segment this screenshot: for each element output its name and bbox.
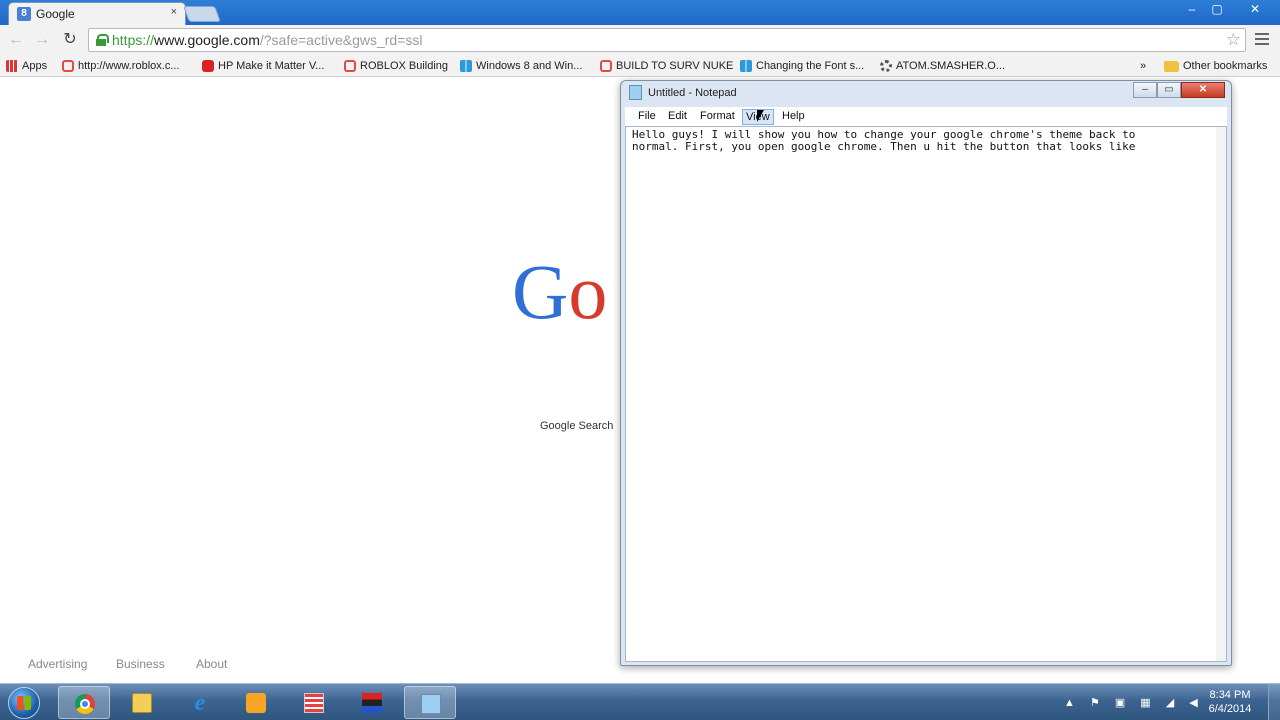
vertical-scrollbar[interactable] bbox=[1216, 127, 1226, 661]
internet-explorer-icon: e bbox=[194, 690, 206, 716]
chrome-menu-icon[interactable] bbox=[1255, 33, 1269, 45]
bookmarks-overflow-button[interactable]: » bbox=[1140, 58, 1146, 74]
bookmark-roblox-building[interactable]: ROBLOX Building bbox=[344, 58, 448, 74]
notepad-minimize-button[interactable]: – bbox=[1133, 82, 1157, 98]
bookmark-build-to-surv[interactable]: BUILD TO SURV NUKE bbox=[600, 58, 733, 74]
menu-edit[interactable]: Edit bbox=[665, 109, 690, 123]
text-line: normal. First, you open google chrome. T… bbox=[632, 140, 1136, 153]
bookmark-roblox-link[interactable]: http://www.roblox.c... bbox=[62, 58, 179, 74]
clock-date: 6/4/2014 bbox=[1208, 703, 1252, 715]
back-icon[interactable]: ← bbox=[6, 31, 26, 49]
system-tray[interactable]: ▲ ⚑ ▣ ▦ ◢ ◀ bbox=[1064, 696, 1204, 709]
tab-google[interactable]: 8 Google × bbox=[8, 2, 186, 25]
google-search-button[interactable]: Google Search bbox=[540, 420, 613, 432]
bookmark-hp-video[interactable]: HP Make it Matter V... bbox=[202, 58, 324, 74]
flag-app-icon bbox=[362, 693, 382, 713]
bookmark-atom-smasher[interactable]: ATOM.SMASHER.O... bbox=[880, 58, 1005, 74]
apps-icon bbox=[6, 60, 18, 72]
notepad-menubar: File Edit Format View Help bbox=[625, 107, 1227, 126]
bookmark-windows8[interactable]: Windows 8 and Win... bbox=[460, 58, 582, 74]
show-desktop-button[interactable] bbox=[1268, 684, 1280, 720]
minimize-window-button[interactable]: – bbox=[1180, 2, 1204, 18]
taskbar-flag-app[interactable] bbox=[346, 686, 398, 719]
menu-format[interactable]: Format bbox=[697, 109, 738, 123]
grid-app-icon bbox=[304, 693, 324, 713]
footer-advertising-link[interactable]: Advertising bbox=[28, 657, 87, 671]
google-logo: Go bbox=[512, 248, 608, 335]
mouse-pointer-icon bbox=[757, 110, 764, 122]
clock-time: 8:34 PM bbox=[1209, 689, 1251, 701]
google-favicon-icon: 8 bbox=[17, 7, 31, 21]
youtube-icon bbox=[202, 60, 214, 72]
taskbar: e ▲ ⚑ ▣ ▦ ◢ ◀ 8:34 PM 6/4/2014 bbox=[0, 683, 1280, 720]
start-button[interactable] bbox=[8, 687, 40, 719]
maximize-window-button[interactable]: ▢ bbox=[1205, 2, 1229, 18]
notepad-icon bbox=[629, 85, 642, 100]
tab-close-icon[interactable]: × bbox=[171, 6, 177, 18]
bookmark-changing-font[interactable]: Changing the Font s... bbox=[740, 58, 864, 74]
gear-icon bbox=[880, 60, 892, 72]
notepad-title: Untitled - Notepad bbox=[648, 87, 737, 99]
folder-icon bbox=[132, 693, 152, 713]
lock-icon bbox=[96, 34, 109, 46]
notepad-window: Untitled - Notepad – ▭ ✕ File Edit Forma… bbox=[620, 80, 1232, 666]
browser-titlebar: 8 Google × – ▢ ✕ bbox=[0, 0, 1280, 25]
roblox-icon bbox=[344, 60, 356, 72]
taskbar-ie[interactable]: e bbox=[174, 686, 226, 719]
forward-icon[interactable]: → bbox=[32, 31, 52, 49]
roblox-icon bbox=[600, 60, 612, 72]
windows-icon bbox=[460, 60, 472, 72]
footer-business-link[interactable]: Business bbox=[116, 657, 165, 671]
browser-toolbar: ← → ↻ https://www.google.com/?safe=activ… bbox=[0, 25, 1280, 55]
reload-icon[interactable]: ↻ bbox=[60, 31, 80, 49]
windows-icon bbox=[740, 60, 752, 72]
address-bar[interactable]: https://www.google.com/?safe=active&gws_… bbox=[88, 28, 1246, 52]
taskbar-chrome[interactable] bbox=[58, 686, 110, 719]
taskbar-explorer[interactable] bbox=[116, 686, 168, 719]
notepad-icon bbox=[421, 694, 441, 714]
media-player-icon bbox=[246, 693, 266, 713]
chrome-icon bbox=[75, 694, 95, 714]
footer-about-link[interactable]: About bbox=[196, 657, 227, 671]
notepad-close-button[interactable]: ✕ bbox=[1181, 82, 1225, 98]
new-tab-button[interactable] bbox=[183, 6, 221, 22]
bookmark-star-icon[interactable]: ☆ bbox=[1226, 30, 1241, 50]
menu-file[interactable]: File bbox=[635, 109, 659, 123]
taskbar-notepad[interactable] bbox=[404, 686, 456, 719]
notepad-text-area[interactable]: Hello guys! I will show you how to chang… bbox=[625, 126, 1227, 662]
clock[interactable]: 8:34 PM 6/4/2014 bbox=[1205, 688, 1255, 716]
taskbar-media-player[interactable] bbox=[230, 686, 282, 719]
bookmark-apps[interactable]: Apps bbox=[6, 58, 47, 74]
tab-title: Google bbox=[36, 7, 75, 21]
bookmarks-bar: Apps http://www.roblox.c... HP Make it M… bbox=[0, 55, 1280, 77]
menu-help[interactable]: Help bbox=[779, 109, 808, 123]
folder-icon bbox=[1164, 60, 1179, 72]
roblox-icon bbox=[62, 60, 74, 72]
close-window-button[interactable]: ✕ bbox=[1243, 2, 1267, 18]
notepad-maximize-button[interactable]: ▭ bbox=[1157, 82, 1181, 98]
taskbar-app-grid[interactable] bbox=[288, 686, 340, 719]
other-bookmarks-folder[interactable]: Other bookmarks bbox=[1164, 58, 1267, 74]
url-text: https://www.google.com/?safe=active&gws_… bbox=[112, 32, 423, 48]
notepad-titlebar[interactable]: Untitled - Notepad – ▭ ✕ bbox=[621, 81, 1231, 105]
